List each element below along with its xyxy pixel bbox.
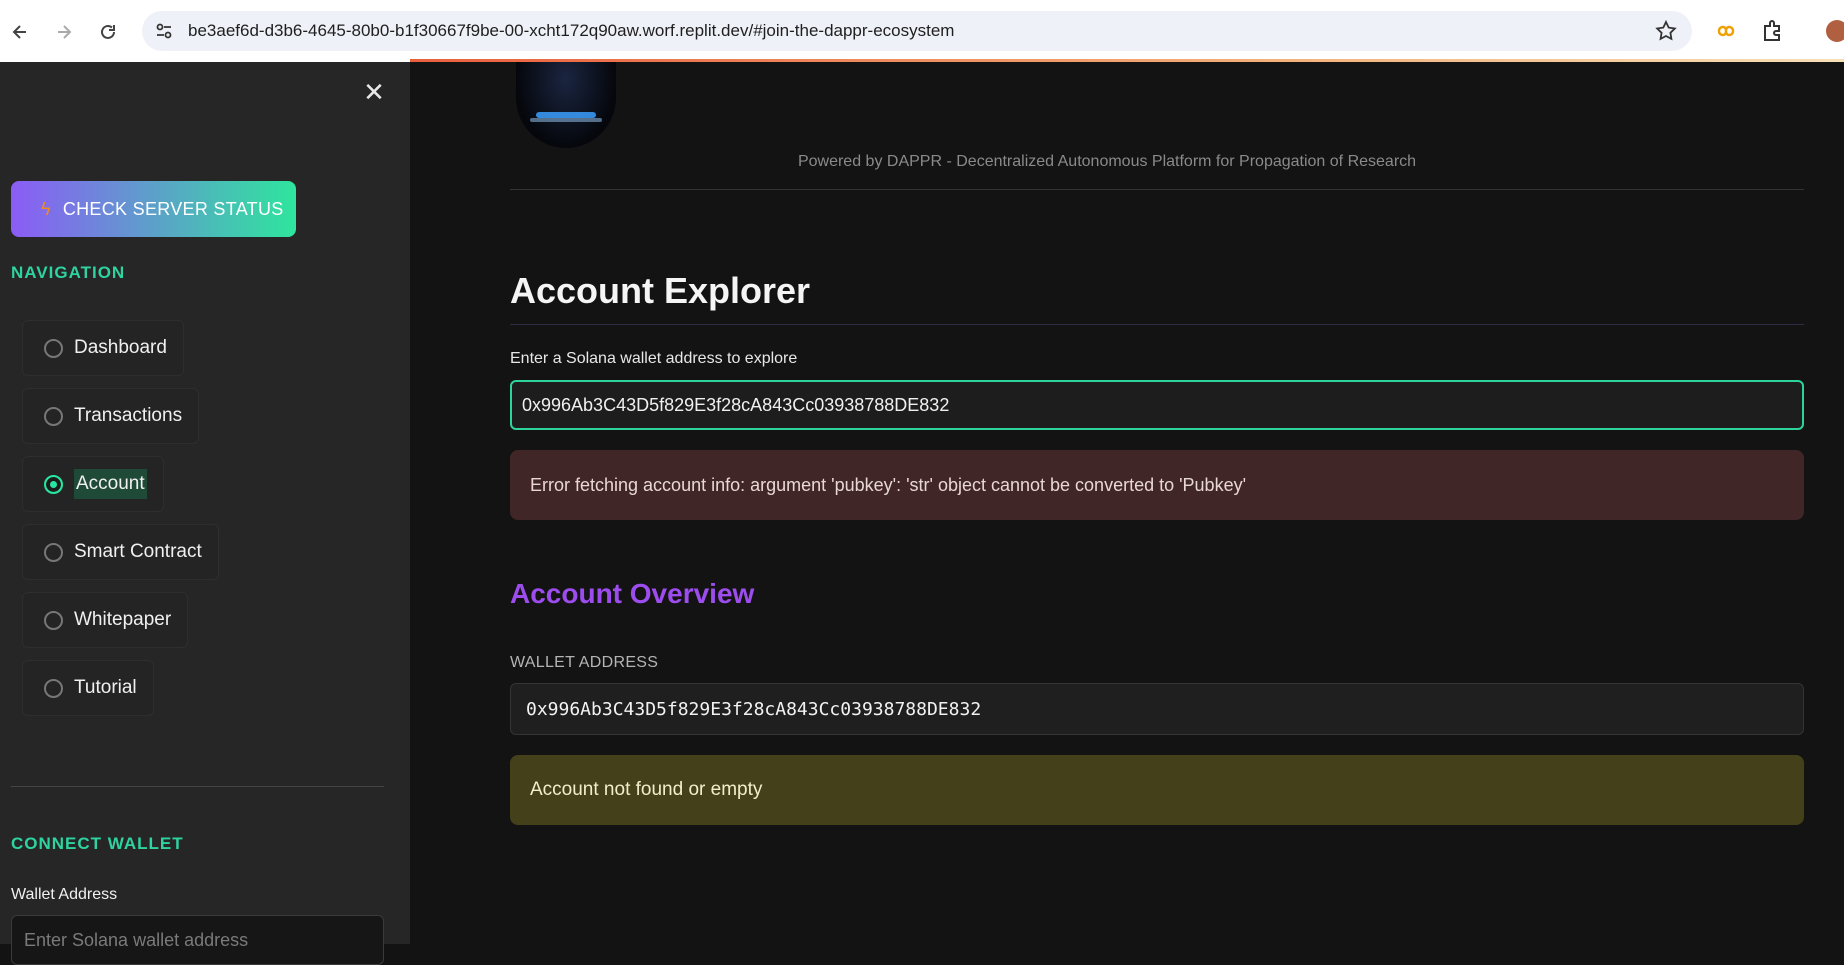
- sidebar: ✕ ϟ CHECK SERVER STATUS NAVIGATION Dashb…: [0, 62, 410, 965]
- nav-item-label: Tutorial: [74, 677, 137, 698]
- title-divider: [510, 324, 1804, 325]
- check-server-status-label: CHECK SERVER STATUS: [62, 198, 284, 219]
- nav-item-label: Smart Contract: [74, 541, 202, 562]
- warning-message: Account not found or empty: [530, 779, 763, 800]
- error-alert: Error fetching account info: argument 'p…: [510, 450, 1804, 520]
- close-icon[interactable]: ✕: [360, 78, 388, 106]
- reload-icon[interactable]: [94, 18, 122, 46]
- page-title: Account Explorer: [510, 270, 811, 311]
- nav-item-account[interactable]: Account: [22, 456, 164, 512]
- check-server-status-button[interactable]: ϟ CHECK SERVER STATUS: [11, 181, 296, 237]
- nav-item-tutorial[interactable]: Tutorial: [22, 660, 154, 716]
- infinity-extension-icon[interactable]: [1713, 18, 1739, 44]
- address-bar[interactable]: be3aef6d-d3b6-4645-80b0-b1f30667f9be-00-…: [142, 11, 1692, 51]
- header-divider: [510, 189, 1804, 190]
- radio-icon[interactable]: [44, 406, 63, 426]
- nav-item-label: Account: [74, 469, 147, 499]
- warning-alert: Account not found or empty: [510, 755, 1804, 825]
- browser-toolbar: be3aef6d-d3b6-4645-80b0-b1f30667f9be-00-…: [0, 0, 1844, 63]
- powered-by-text: Powered by DAPPR - Decentralized Autonom…: [797, 153, 1417, 170]
- main-content: Powered by DAPPR - Decentralized Autonom…: [410, 62, 1844, 944]
- radio-icon[interactable]: [44, 678, 63, 698]
- nav-item-whitepaper[interactable]: Whitepaper: [22, 592, 189, 648]
- wallet-address-display: 0x996Ab3C43D5f829E3f28cA843Cc03938788DE8…: [510, 683, 1804, 735]
- star-icon[interactable]: [1654, 19, 1678, 43]
- nav-item-transactions[interactable]: Transactions: [22, 388, 200, 444]
- connect-wallet-heading: CONNECT WALLET: [11, 834, 184, 853]
- radio-icon[interactable]: [44, 542, 63, 562]
- nav-item-label: Whitepaper: [74, 609, 172, 630]
- site-info-icon[interactable]: [154, 21, 174, 41]
- wallet-explore-label: Enter a Solana wallet address to explore: [510, 350, 798, 367]
- wallet-address-label: Wallet Address: [11, 886, 118, 903]
- bolt-icon: ϟ: [41, 198, 51, 219]
- wallet-address-caption: WALLET ADDRESS: [510, 654, 659, 671]
- forward-icon[interactable]: [50, 18, 78, 46]
- sidebar-divider: [11, 786, 384, 787]
- nav-item-smart-contract[interactable]: Smart Contract: [22, 524, 219, 580]
- radio-icon[interactable]: [44, 338, 63, 358]
- account-overview-heading: Account Overview: [510, 578, 755, 609]
- nav-item-label: Dashboard: [74, 337, 167, 358]
- nav-item-dashboard[interactable]: Dashboard: [22, 320, 184, 376]
- wallet-address-input[interactable]: [11, 915, 384, 965]
- nav-item-label: Transactions: [74, 405, 183, 426]
- puzzle-extension-icon[interactable]: [1760, 18, 1786, 44]
- error-message: Error fetching account info: argument 'p…: [530, 474, 1247, 495]
- dappr-logo: [516, 62, 616, 148]
- wallet-explore-input[interactable]: 0x996Ab3C43D5f829E3f28cA843Cc03938788DE8…: [510, 380, 1804, 430]
- back-icon[interactable]: [6, 18, 34, 46]
- radio-icon[interactable]: [44, 610, 63, 630]
- profile-avatar-icon[interactable]: [1826, 20, 1844, 42]
- navigation-heading: NAVIGATION: [11, 263, 126, 282]
- radio-selected-icon[interactable]: [44, 474, 63, 494]
- url-text[interactable]: be3aef6d-d3b6-4645-80b0-b1f30667f9be-00-…: [188, 21, 954, 41]
